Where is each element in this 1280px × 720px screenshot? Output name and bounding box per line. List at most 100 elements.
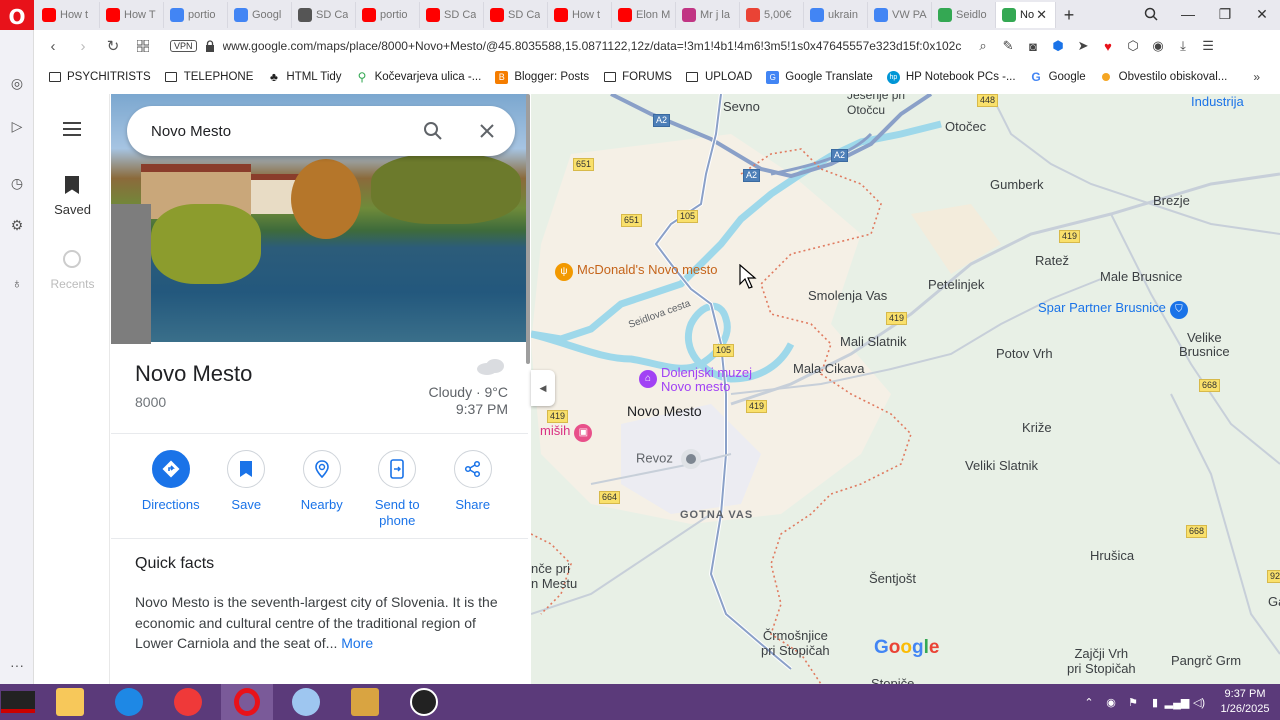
bookmark-item[interactable]: UPLOAD [686, 71, 752, 84]
bookmarks-more-button[interactable]: » [1253, 70, 1260, 84]
close-window-button[interactable]: ✕ [1244, 0, 1280, 28]
bookmark-icon[interactable] [227, 450, 266, 488]
tab-item[interactable]: Seidlo [932, 2, 996, 28]
map-label[interactable]: Gumberk [990, 177, 1043, 192]
share-button[interactable]: Share [435, 450, 511, 530]
battery-icon[interactable]: ▮ [1144, 696, 1166, 709]
tab-item[interactable]: portio [356, 2, 420, 28]
easy-setup-icon[interactable]: ☰ [1198, 34, 1219, 58]
minimize-button[interactable]: — [1170, 0, 1206, 28]
map-label[interactable]: Zajčji Vrh pri Stopičah [1067, 646, 1136, 676]
collapse-panel-button[interactable]: ◀ [531, 370, 555, 406]
map-label[interactable]: Sevno [723, 99, 760, 114]
directions-button[interactable]: Directions [133, 450, 209, 530]
tab-item[interactable]: SD Ca [292, 2, 356, 28]
tab-item[interactable]: VW PA [868, 2, 932, 28]
tab-item[interactable]: SD Ca [420, 2, 484, 28]
tab-item[interactable]: How t [548, 2, 612, 28]
obs-tray-icon[interactable]: ◉ [1100, 696, 1122, 709]
tab-item[interactable]: ukrain [804, 2, 868, 28]
flow-send-icon[interactable]: ▷ [8, 117, 26, 135]
map-label[interactable]: Smolenja Vas [808, 288, 887, 303]
heart-icon[interactable]: ♥ [1098, 34, 1119, 58]
map-label[interactable]: Stopiče [871, 676, 914, 684]
tab-item[interactable]: Elon M [612, 2, 676, 28]
map-canvas[interactable]: A2 A2 A2 448 651 651 105 105 419 419 419… [531, 94, 1280, 684]
map-label[interactable]: Ratež [1035, 253, 1069, 268]
player-icon[interactable]: ◎ [8, 74, 26, 92]
map-label[interactable]: Brezje [1153, 193, 1190, 208]
map-label[interactable]: Šentjošt [869, 571, 916, 586]
tab-item[interactable]: SD Ca [484, 2, 548, 28]
lock-icon[interactable] [203, 31, 217, 61]
poi-spar[interactable]: Spar Partner Brusnice ⛉ [1038, 300, 1188, 319]
taskbar-file-explorer[interactable] [44, 684, 96, 720]
zoom-icon[interactable]: ⌕ [973, 34, 994, 58]
send-to-phone-button[interactable]: Send to phone [360, 450, 436, 530]
send-icon[interactable]: ➤ [1073, 34, 1094, 58]
bookmark-item[interactable]: ♣ HTML Tidy [267, 70, 342, 84]
map-label[interactable]: Pangrč Grm [1171, 653, 1241, 668]
tab-item[interactable]: How T [100, 2, 164, 28]
volume-icon[interactable]: ◁) [1188, 696, 1210, 709]
poi-mcdonalds[interactable]: ψ McDonald's Novo mesto [555, 262, 717, 281]
profile-icon[interactable]: ◉ [1148, 34, 1169, 58]
url-field[interactable]: www.google.com/maps/place/8000+Novo+Mest… [223, 39, 969, 53]
search-input[interactable]: Novo Mesto [127, 106, 515, 156]
more-link[interactable]: More [341, 635, 373, 651]
bookmark-item[interactable]: Obvestilo obiskoval... [1100, 71, 1227, 84]
search-icon[interactable] [423, 121, 443, 141]
nearby-icon[interactable] [302, 450, 341, 488]
action-label[interactable]: Share [438, 497, 508, 513]
map-label[interactable]: Gab [1268, 594, 1280, 609]
recents-label[interactable]: Recents [35, 277, 110, 291]
network-icon[interactable]: ▂▄▆ [1165, 696, 1190, 709]
more-dots-icon[interactable]: ··· [8, 656, 26, 674]
map-label[interactable]: Velike Brusnice [1179, 331, 1230, 359]
edit-icon[interactable]: ✎ [998, 34, 1019, 58]
taskbar-vivaldi[interactable] [162, 684, 214, 720]
flag-icon[interactable]: ⚑ [1122, 696, 1144, 709]
map-label[interactable]: Veliki Slatnik [965, 458, 1038, 473]
tab-search-icon[interactable] [1133, 0, 1169, 28]
taskbar-obs[interactable] [398, 684, 450, 720]
tab-item[interactable]: portio [164, 2, 228, 28]
map-label[interactable]: nče pri n Mestu [531, 561, 577, 591]
map-label[interactable]: Petelinjek [928, 277, 984, 292]
action-label[interactable]: Nearby [287, 497, 357, 513]
back-button[interactable]: ‹ [38, 31, 68, 61]
bookmark-item[interactable]: G Google Translate [766, 70, 873, 84]
bookmark-item[interactable]: PSYCHITRISTS [48, 71, 151, 84]
map-label[interactable]: Mala Cikava [793, 361, 865, 376]
opera-logo[interactable]: O [0, 0, 34, 34]
action-label[interactable]: Directions [136, 497, 206, 513]
tab-item[interactable]: How t [36, 2, 100, 28]
nearby-button[interactable]: Nearby [284, 450, 360, 530]
map-label[interactable]: GOTNA VAS [680, 509, 753, 521]
bookmark-item[interactable]: G Google [1030, 70, 1085, 84]
close-icon[interactable] [477, 121, 497, 141]
menu-icon[interactable] [63, 122, 81, 140]
vpn-badge[interactable]: VPN [170, 40, 197, 52]
bookmark-item[interactable]: ⚲ Kočevarjeva ulica -... [356, 70, 482, 84]
map-label-city[interactable]: Novo Mesto [627, 403, 702, 419]
lightbulb-icon[interactable]: ♁ [8, 274, 26, 292]
send-to-phone-icon[interactable] [378, 450, 417, 488]
action-label[interactable]: Save [211, 497, 281, 513]
taskbar-thumbnail[interactable] [0, 684, 36, 720]
save-button[interactable]: Save [209, 450, 285, 530]
taskbar-edge[interactable] [103, 684, 155, 720]
map-poi-label[interactable]: Industrija [1191, 94, 1244, 109]
share-icon[interactable] [453, 450, 492, 488]
map-label[interactable]: Potov Vrh [996, 346, 1053, 361]
map-label[interactable]: Mali Slatnik [840, 334, 906, 349]
poi-revoz[interactable]: Revoz [636, 449, 701, 469]
poi-misih[interactable]: miših ▣ [540, 423, 593, 442]
bookmark-item[interactable]: TELEPHONE [165, 71, 253, 84]
taskbar-paint[interactable] [280, 684, 332, 720]
map-label[interactable]: Otočec [945, 119, 986, 134]
map-label[interactable]: Črmošnjice pri Stopičah [761, 628, 830, 658]
settings-gear-icon[interactable]: ⚙ [8, 216, 26, 234]
tab-item[interactable]: Googl [228, 2, 292, 28]
recents-history-icon[interactable] [63, 250, 81, 268]
